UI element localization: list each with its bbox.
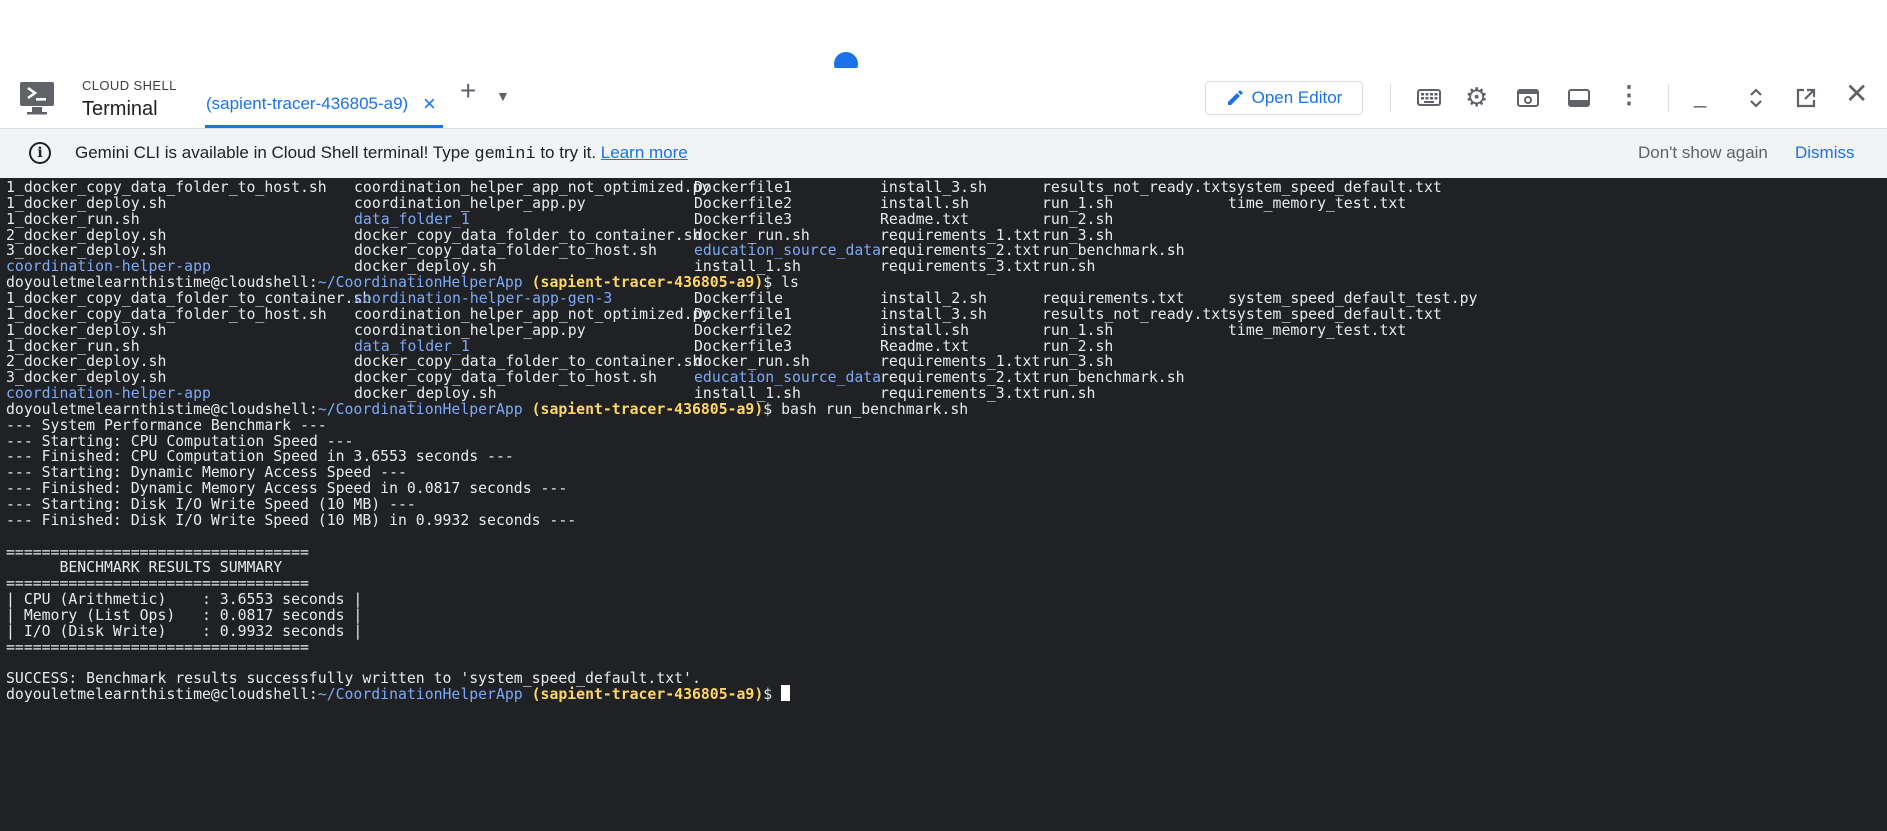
cloud-shell-icon (20, 82, 54, 115)
file-entry: run.sh (1042, 258, 1096, 275)
dont-show-again-button[interactable]: Don't show again (1638, 143, 1768, 163)
prompt-dollar: $ (763, 686, 782, 703)
keyboard-icon[interactable] (1416, 86, 1442, 110)
banner-message: Gemini CLI is available in Cloud Shell t… (75, 143, 688, 164)
open-editor-button[interactable]: Open Editor (1205, 81, 1363, 115)
gemini-banner: i Gemini CLI is available in Cloud Shell… (0, 129, 1887, 178)
file-entry: time_memory_test.txt (1228, 322, 1407, 339)
file-entry: time_memory_test.txt (1228, 195, 1407, 212)
prompt-command: ls (781, 274, 799, 291)
file-entry: run.sh (1042, 385, 1096, 402)
prompt-user: doyouletmelearnthistime@cloudshell: (6, 686, 318, 703)
shell-prompt: doyouletmelearnthistime@cloudshell:~/Coo… (6, 685, 791, 704)
web-preview-icon[interactable] (1515, 86, 1541, 110)
dropdown-icon[interactable]: ▼ (496, 84, 510, 108)
close-icon[interactable]: × (423, 91, 436, 117)
prompt-project: (sapient-tracer-436805-a9) (531, 686, 764, 703)
close-icon[interactable]: ✕ (1845, 80, 1868, 108)
prompt-dollar: $ (763, 401, 782, 418)
prompt-command: bash run_benchmark.sh (781, 401, 969, 418)
page-top-strip (0, 0, 1887, 76)
prompt-project: (sapient-tracer-436805-a9) (531, 401, 764, 418)
dismiss-button[interactable]: Dismiss (1795, 143, 1855, 163)
cloud-shell-header: CLOUD SHELL Terminal (sapient-tracer-436… (0, 68, 1887, 129)
expand-icon[interactable] (1745, 86, 1767, 110)
tab-title: (sapient-tracer-436805-a9) (206, 94, 409, 113)
banner-text-before: Gemini CLI is available in Cloud Shell t… (75, 143, 475, 162)
more-vert-icon[interactable]: ⋮ (1617, 84, 1641, 108)
minimize-icon[interactable]: _ (1694, 84, 1706, 108)
add-icon[interactable]: + (460, 77, 476, 105)
banner-text-after: to try it. (535, 143, 601, 162)
layout-icon[interactable] (1566, 86, 1592, 110)
cloud-shell-label: CLOUD SHELL (82, 78, 177, 93)
terminal-label: Terminal (82, 98, 158, 120)
prompt-path: ~/CoordinationHelperApp (317, 401, 523, 418)
prompt-path: ~/CoordinationHelperApp (317, 686, 523, 703)
tab-terminal-session[interactable]: (sapient-tracer-436805-a9) × (205, 91, 443, 128)
divider (1390, 84, 1391, 112)
output-line: ================================== (6, 639, 309, 656)
file-entry: requirements_3.txt (880, 258, 1041, 275)
divider (1668, 84, 1669, 112)
learn-more-link[interactable]: Learn more (601, 143, 688, 162)
info-icon: i (29, 142, 51, 164)
terminal-cursor (781, 685, 791, 701)
terminal-output[interactable]: 1_docker_copy_data_folder_to_host.sh coor… (0, 178, 1887, 831)
open-editor-label: Open Editor (1251, 88, 1343, 107)
output-line: --- Finished: Disk I/O Write Speed (10 M… (6, 512, 577, 529)
pencil-icon (1227, 90, 1243, 105)
open-new-window-icon[interactable] (1794, 86, 1818, 110)
gear-icon[interactable]: ⚙ (1465, 84, 1488, 110)
banner-command: gemini (474, 145, 536, 164)
